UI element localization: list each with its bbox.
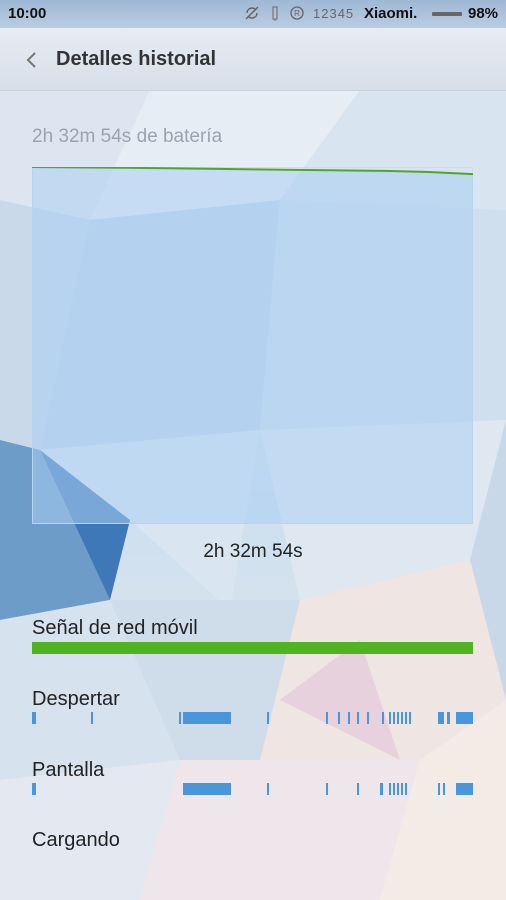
wake-segment: [326, 712, 329, 724]
screen-segment: [326, 783, 329, 795]
screen-segment: [456, 783, 473, 795]
screen-segment: [357, 783, 360, 795]
status-icons: R 12345: [244, 5, 354, 21]
screen-track: [32, 783, 473, 795]
wake-segment: [408, 712, 411, 724]
screen-segment: [380, 783, 384, 795]
wake-segment: [338, 712, 341, 724]
svg-text:R: R: [294, 9, 300, 18]
screen-segment: [182, 783, 232, 795]
wake-segment: [367, 712, 370, 724]
charging-label: Cargando: [32, 829, 120, 851]
registered-icon: R: [290, 6, 304, 20]
wifi-hotspot-icon: [272, 6, 278, 21]
wake-segment: [447, 712, 451, 724]
wake-segment: [178, 712, 181, 724]
back-arrow-icon[interactable]: [20, 48, 44, 72]
wake-segment: [347, 712, 350, 724]
wake-segment: [32, 712, 36, 724]
wake-segment: [456, 712, 473, 724]
signal-digits: 12345: [313, 5, 355, 21]
signal-label: Señal de red móvil: [32, 617, 198, 639]
screen-segment: [393, 783, 396, 795]
battery-bar-icon: [432, 12, 462, 16]
duration-label: 2h 32m 54s: [203, 541, 303, 562]
wake-segment: [397, 712, 400, 724]
history-details: 2h 32m 54s de batería 2h 32m 54s Señal d…: [0, 0, 506, 900]
screen-segment: [32, 783, 36, 795]
battery-chart: [32, 167, 473, 524]
wake-segment: [401, 712, 404, 724]
screen-segment: [437, 783, 440, 795]
battery-area: [32, 167, 473, 524]
app-header: Detalles historial: [0, 28, 506, 91]
wake-segment: [393, 712, 396, 724]
screen-label: Pantalla: [32, 759, 105, 781]
wake-label: Despertar: [32, 688, 120, 710]
screen-segment: [267, 783, 270, 795]
wake-segment: [267, 712, 270, 724]
status-bar: 10:00 R 12345 Xiaomi. 98%: [0, 0, 506, 28]
charging-track: [32, 853, 473, 865]
status-time: 10:00: [8, 5, 47, 22]
wake-segment: [437, 712, 444, 724]
signal-bar: [32, 642, 473, 654]
sync-off-icon: [245, 6, 259, 20]
screen-segment: [405, 783, 408, 795]
carrier-name: Xiaomi.: [364, 5, 418, 22]
screen-segment: [389, 783, 392, 795]
wake-segment: [405, 712, 408, 724]
wake-segment: [90, 712, 93, 724]
screen-segment: [442, 783, 445, 795]
battery-percent: 98%: [468, 5, 499, 22]
wake-segment: [381, 712, 384, 724]
wake-track: [32, 712, 473, 724]
wake-segment: [357, 712, 360, 724]
screen-segment: [397, 783, 400, 795]
wake-segment: [389, 712, 392, 724]
battery-time-label: 2h 32m 54s de batería: [32, 126, 223, 147]
wake-segment: [182, 712, 232, 724]
screen-segment: [401, 783, 404, 795]
page-title: Detalles historial: [56, 48, 217, 70]
